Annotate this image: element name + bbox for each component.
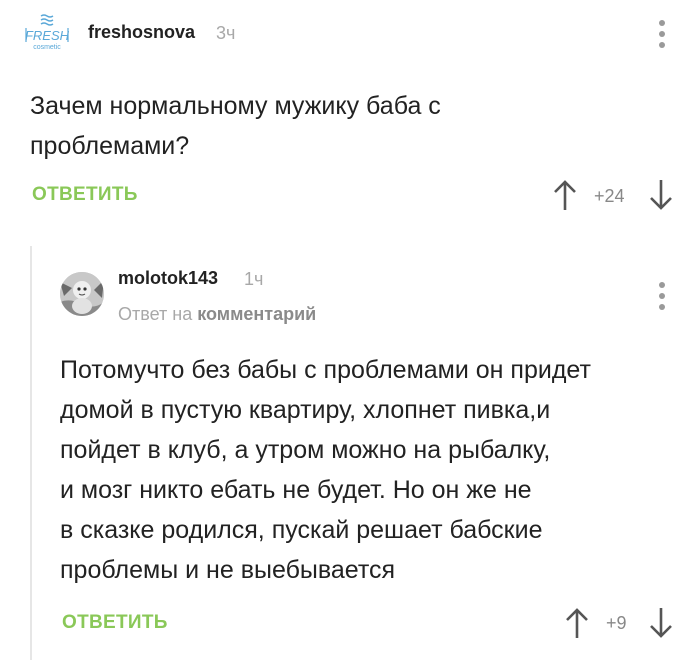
- baby-photo-avatar-icon: [60, 272, 104, 316]
- reply-text-line: Потомучто без бабы с проблемами он приде…: [60, 356, 591, 384]
- avatar-sub-text: cosmetic: [33, 44, 61, 51]
- comment-username[interactable]: freshosnova: [88, 22, 195, 43]
- comment-time: 3ч: [216, 23, 236, 43]
- reply-text-line: пойдет в клуб, а утром можно на рыбалку,: [60, 436, 551, 464]
- reply-text-line: в сказке родился, пускай решает бабские: [60, 516, 543, 544]
- fresh-cosmetic-logo-icon: FRESH cosmetic: [25, 14, 70, 51]
- more-vertical-icon[interactable]: [658, 20, 666, 48]
- reply-to: Ответ на комментарий: [118, 304, 316, 325]
- more-vertical-icon[interactable]: [658, 282, 666, 310]
- avatar[interactable]: [60, 272, 104, 316]
- reply-time: 1ч: [244, 269, 264, 289]
- reply-to-prefix: Ответ на: [118, 304, 193, 324]
- reply-text-line: домой в пустую квартиру, хлопнет пивка,и: [60, 396, 551, 424]
- reply-text-line: проблемы и не выебывается: [60, 556, 396, 584]
- avatar-brand-text: FRESH: [25, 28, 70, 43]
- vote-score: +24: [594, 186, 625, 206]
- reply-username[interactable]: molotok143: [118, 268, 218, 289]
- vote-score: +9: [606, 613, 627, 633]
- avatar-fresh-cosmetic[interactable]: FRESH cosmetic: [22, 12, 72, 54]
- comment-body: Зачем нормальному мужику баба с проблема…: [30, 86, 441, 166]
- reply-button[interactable]: ОТВЕТИТЬ: [62, 612, 168, 634]
- reply-to-link[interactable]: комментарий: [197, 304, 316, 324]
- arrow-down-icon[interactable]: [648, 606, 674, 645]
- reply-text-line: и мозг никто ебать не будет. Но он же не: [60, 476, 532, 504]
- comment-text-line: проблемами?: [30, 132, 190, 160]
- arrow-up-icon[interactable]: [564, 606, 590, 645]
- reply-body: Потомучто без бабы с проблемами он приде…: [60, 350, 591, 590]
- arrow-down-icon[interactable]: [648, 178, 674, 217]
- reply-button[interactable]: ОТВЕТИТЬ: [32, 184, 138, 206]
- arrow-up-icon[interactable]: [552, 178, 578, 217]
- thread-line[interactable]: [30, 246, 32, 660]
- comment-text-line: Зачем нормальному мужику баба с: [30, 92, 441, 120]
